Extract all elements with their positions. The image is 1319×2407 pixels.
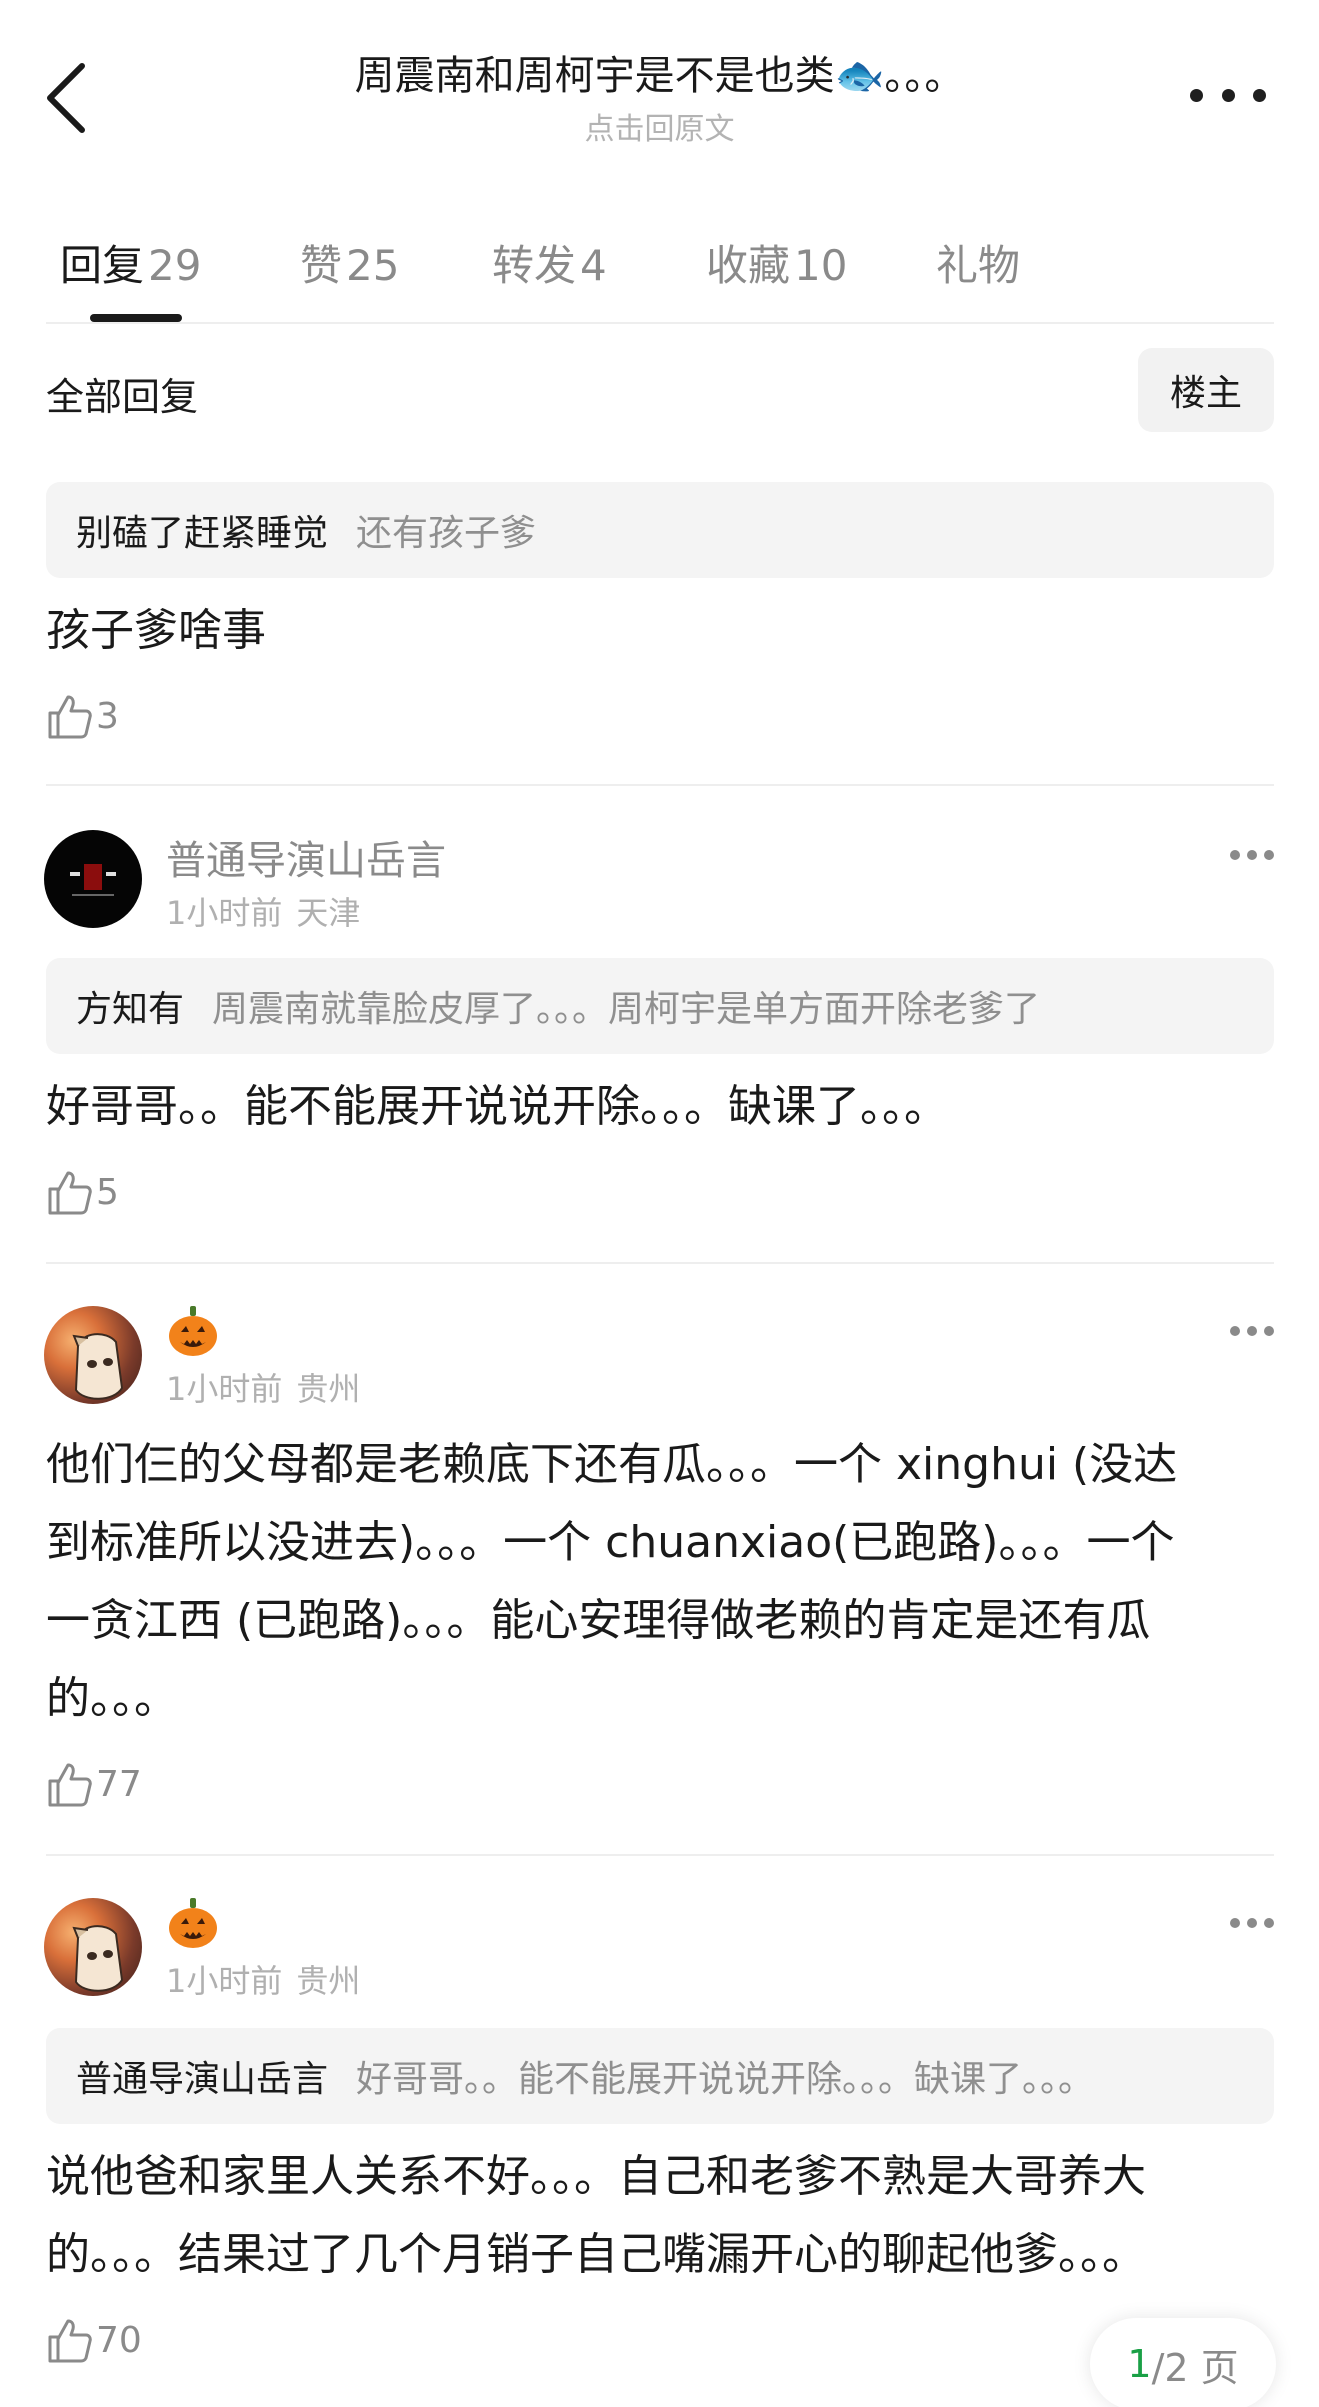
- reply-more-button[interactable]: [1230, 1324, 1274, 1338]
- like-count: 70: [96, 2319, 142, 2361]
- reply-location: 天津: [296, 894, 361, 932]
- quoted-reply[interactable]: 别磕了赶紧睡觉 还有孩子爹: [46, 482, 1274, 578]
- reply-filter-row: 全部回复 楼主: [46, 348, 1274, 432]
- tabs-divider: [46, 322, 1274, 324]
- owner-only-button[interactable]: 楼主: [1138, 348, 1274, 432]
- current-page: 1: [1127, 2342, 1152, 2386]
- like-button[interactable]: 5: [46, 1164, 119, 1220]
- avatar[interactable]: [44, 830, 142, 928]
- quoted-user: 普通导演山岳言: [76, 2059, 329, 2100]
- more-dot: [1247, 1326, 1257, 1336]
- more-dot: [1264, 1326, 1274, 1336]
- tab-likes[interactable]: 赞25: [300, 232, 399, 293]
- like-count: 5: [96, 1171, 119, 1213]
- avatar-cartoon: [72, 1333, 124, 1400]
- reply-text: 说他爸和家里人关系不好。。。自己和老爹不熟是大哥养大 的。。。结果过了几个月销子…: [46, 2138, 1276, 2294]
- quoted-user: 方知有: [76, 989, 185, 1030]
- tab-label: 收藏: [706, 241, 791, 290]
- page-indicator[interactable]: 1/2 页: [1090, 2318, 1276, 2407]
- tab-reposts[interactable]: 转发4: [492, 232, 607, 293]
- tab-favorites[interactable]: 收藏10: [706, 232, 847, 293]
- tab-gifts[interactable]: 礼物: [936, 232, 1020, 293]
- reply-text: 好哥哥。。能不能展开说说开除。。。缺课了。。。: [46, 1081, 948, 1132]
- like-count: 3: [96, 695, 119, 737]
- quoted-text: 还有孩子爹: [356, 513, 537, 554]
- tab-replies[interactable]: 回复29: [60, 232, 201, 293]
- avatar[interactable]: [44, 1306, 142, 1404]
- tab-count: 4: [580, 241, 607, 290]
- quoted-reply[interactable]: 方知有 周震南就靠脸皮厚了。。。周柯宇是单方面开除老爹了: [46, 958, 1274, 1054]
- avatar-cartoon: [72, 1925, 124, 1992]
- reply-time: 1小时前: [166, 1370, 283, 1408]
- tab-label: 转发: [492, 241, 577, 290]
- reply-text-line: 说他爸和家里人关系不好。。。自己和老爹不熟是大哥养大: [46, 2151, 1146, 2202]
- reply-more-button[interactable]: [1230, 848, 1274, 862]
- reply-time: 1小时前: [166, 1962, 283, 2000]
- more-dot: [1230, 850, 1240, 860]
- thumbs-up-icon: [48, 2319, 92, 2363]
- quoted-user: 别磕了赶紧睡觉: [76, 513, 329, 554]
- more-dot: [1247, 1918, 1257, 1928]
- back-button[interactable]: [40, 58, 100, 138]
- more-dot: [1253, 88, 1266, 102]
- tab-label: 赞: [300, 241, 343, 290]
- tab-count: 29: [148, 241, 202, 290]
- reply-divider: [46, 1854, 1274, 1856]
- reply-text-line: 他们仨的父母都是老赖底下还有瓜。。。一个 xinghui (没达: [46, 1439, 1178, 1490]
- active-tab-indicator: [90, 314, 182, 322]
- quoted-reply[interactable]: 普通导演山岳言 好哥哥。。能不能展开说说开除。。。缺课了。。。: [46, 2028, 1274, 2124]
- thumbs-up-icon: [48, 1763, 92, 1807]
- reply-text: 他们仨的父母都是老赖底下还有瓜。。。一个 xinghui (没达 到标准所以没进…: [46, 1426, 1276, 1738]
- tab-label: 回复: [60, 241, 145, 290]
- reply-location: 贵州: [296, 1962, 361, 2000]
- reply-text: 孩子爹啥事: [46, 605, 266, 656]
- tab-label: 礼物: [936, 241, 1021, 290]
- all-replies-label: 全部回复: [46, 375, 199, 419]
- reply-text-line: 一贪江西 (已跑路)。。。能心安理得做老赖的肯定是还有瓜: [46, 1595, 1151, 1646]
- reply-location: 贵州: [296, 1370, 361, 1408]
- back-to-original-link[interactable]: 点击回原文: [300, 104, 1019, 148]
- avatar[interactable]: [44, 1898, 142, 1996]
- more-dot: [1264, 850, 1274, 860]
- reply-text-line: 的。。。结果过了几个月销子自己嘴漏开心的聊起他爹。。。: [46, 2229, 1146, 2280]
- tab-count: 25: [346, 241, 400, 290]
- thumbs-up-icon: [48, 1171, 92, 1215]
- pumpkin-icon: [169, 1306, 217, 1356]
- page-total: /2 页: [1151, 2345, 1239, 2390]
- top-bar: 周震南和周柯宇是不是也类🐟。。。 点击回原文: [0, 0, 1319, 170]
- reply-meta: 1小时前 贵州: [166, 1956, 360, 2002]
- interaction-tabs: 回复29 赞25 转发4 收藏10 礼物: [46, 220, 1276, 322]
- more-dot: [1221, 88, 1235, 102]
- avatar-logo: [70, 864, 116, 896]
- reply-meta: 1小时前 天津: [166, 888, 360, 934]
- post-title[interactable]: 周震南和周柯宇是不是也类🐟。。。: [220, 48, 1099, 104]
- reply-meta: 1小时前 贵州: [166, 1364, 360, 1410]
- pumpkin-icon: [169, 1898, 217, 1948]
- more-dot: [1264, 1918, 1274, 1928]
- tab-count: 10: [794, 241, 848, 290]
- more-dot: [1230, 1326, 1240, 1336]
- reply-divider: [46, 1262, 1274, 1264]
- thumbs-up-icon: [48, 695, 92, 739]
- like-button[interactable]: 77: [46, 1756, 142, 1812]
- user-name[interactable]: 普通导演山岳言: [166, 828, 446, 886]
- quoted-text: 好哥哥。。能不能展开说说开除。。。缺课了。。。: [356, 2059, 1095, 2100]
- reply-time: 1小时前: [166, 894, 283, 932]
- reply-text-line: 到标准所以没进去)。。。一个 chuanxiao(已跑路)。。。一个: [46, 1517, 1175, 1568]
- quoted-text: 周震南就靠脸皮厚了。。。周柯宇是单方面开除老爹了: [212, 989, 1041, 1030]
- like-count: 77: [96, 1763, 142, 1805]
- like-button[interactable]: 3: [46, 688, 119, 744]
- more-dot: [1230, 1918, 1240, 1928]
- more-dot: [1190, 88, 1203, 102]
- more-options-button[interactable]: [1190, 80, 1266, 110]
- reply-divider: [46, 784, 1274, 786]
- like-button[interactable]: 70: [46, 2312, 142, 2368]
- chevron-left-icon: [47, 63, 85, 133]
- reply-text-line: 的。。。: [46, 1673, 178, 1724]
- reply-more-button[interactable]: [1230, 1916, 1274, 1930]
- more-dot: [1247, 850, 1257, 860]
